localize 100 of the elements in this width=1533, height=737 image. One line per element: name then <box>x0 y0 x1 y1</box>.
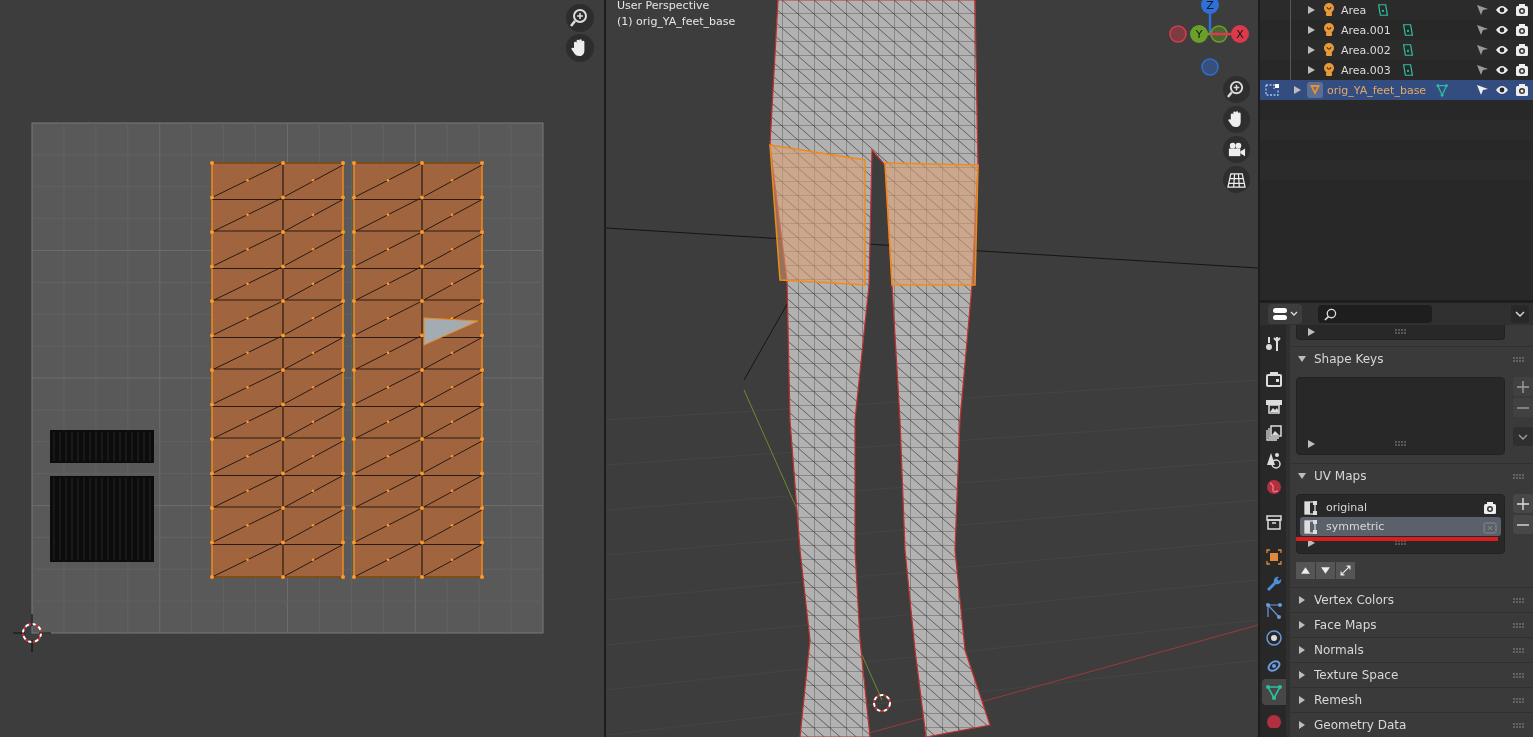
move-up-button[interactable] <box>1296 562 1315 579</box>
uv-map-item[interactable]: symmetric <box>1300 517 1501 536</box>
axis-gizmo-handle[interactable] <box>1210 25 1228 43</box>
specials-menu-button[interactable] <box>1513 427 1533 446</box>
expand-arrow-icon[interactable] <box>1308 46 1315 54</box>
triangle-mesh-icon <box>1307 82 1323 98</box>
expand-arrow-icon <box>1298 621 1306 629</box>
zoom-button[interactable] <box>566 4 594 32</box>
cursor-arrow-icon[interactable] <box>1475 83 1489 97</box>
triangle-down-icon <box>1320 565 1331 576</box>
search-field[interactable] <box>1318 305 1432 323</box>
parallelogram-icon[interactable] <box>1400 42 1415 58</box>
diagonal-arrows-icon <box>1340 565 1351 576</box>
drag-handle-icon[interactable] <box>1394 540 1407 546</box>
cursor-arrow-icon[interactable] <box>1475 3 1489 17</box>
parallelogram-icon[interactable] <box>1400 62 1415 78</box>
light-bulb-icon <box>1321 42 1337 58</box>
camera-icon[interactable] <box>1515 83 1529 97</box>
expand-arrow-icon <box>1298 596 1306 604</box>
panel-header[interactable]: UV Maps <box>1290 464 1533 488</box>
zoom-button[interactable] <box>1223 76 1250 103</box>
camera-button[interactable] <box>1223 136 1250 163</box>
axis-gizmo-handle[interactable]: Y <box>1190 25 1210 43</box>
drag-handle-icon[interactable] <box>1394 329 1407 335</box>
add-button[interactable] <box>1513 494 1533 513</box>
remove-button[interactable] <box>1513 515 1533 534</box>
expand-arrow-icon <box>1298 671 1306 679</box>
eye-icon[interactable] <box>1495 83 1509 97</box>
drag-handle-icon[interactable] <box>1513 598 1525 604</box>
expand-arrow-icon[interactable] <box>1308 66 1315 74</box>
axis-gizmo-handle[interactable]: X <box>1210 25 1249 43</box>
remove-button[interactable] <box>1513 398 1533 417</box>
drag-handle-icon[interactable] <box>1513 673 1525 679</box>
parallelogram-icon[interactable] <box>1400 22 1415 38</box>
plus-icon <box>1517 380 1529 393</box>
camera-icon[interactable] <box>1515 23 1529 37</box>
expand-arrow-icon <box>1298 696 1306 704</box>
pan-hand-button[interactable] <box>566 34 594 62</box>
object-name: Area.002 <box>1341 43 1391 57</box>
drag-handle-icon[interactable] <box>1513 698 1525 704</box>
camera-icon[interactable] <box>1515 3 1529 17</box>
plus-icon <box>1517 497 1529 510</box>
parallelogram-icon[interactable] <box>1376 2 1391 18</box>
drag-handle-icon[interactable] <box>1513 723 1525 729</box>
flip-button[interactable] <box>1336 562 1355 579</box>
cursor-arrow-icon[interactable] <box>1475 43 1489 57</box>
object-mode-icon <box>1264 83 1280 97</box>
expand-arrow-icon[interactable] <box>1308 6 1315 14</box>
panel-header[interactable]: Face Maps <box>1290 613 1533 637</box>
panel-header[interactable]: Geometry Data <box>1290 713 1533 737</box>
axis-gizmo-handle[interactable] <box>1169 25 1187 43</box>
expand-arrow-icon[interactable] <box>1308 440 1315 448</box>
view-name: User Perspective <box>617 0 711 14</box>
drag-handle-icon[interactable] <box>1513 474 1525 480</box>
uv-map-item[interactable]: original <box>1300 498 1501 517</box>
globe-icon <box>1265 478 1283 496</box>
drag-handle-icon[interactable] <box>1394 441 1407 447</box>
eye-icon[interactable] <box>1495 43 1509 57</box>
eye-icon[interactable] <box>1495 3 1509 17</box>
camera-icon[interactable] <box>1483 500 1497 515</box>
object-name: Area.003 <box>1341 63 1391 77</box>
panel-header[interactable]: Remesh <box>1290 688 1533 712</box>
image-stack-icon <box>1265 424 1283 442</box>
panel-header[interactable]: Vertex Colors <box>1290 588 1533 612</box>
axis-gizmo-handle[interactable] <box>1201 58 1219 76</box>
expand-arrow-icon[interactable] <box>1294 86 1301 94</box>
camera-icon[interactable] <box>1515 63 1529 77</box>
light-bulb-icon <box>1321 22 1337 38</box>
add-button[interactable] <box>1513 377 1533 396</box>
cursor-arrow-icon[interactable] <box>1475 63 1489 77</box>
expand-arrow-icon <box>1298 721 1306 729</box>
light-bulb-icon <box>1321 2 1337 18</box>
panel-header[interactable]: Normals <box>1290 638 1533 662</box>
outliner-row[interactable]: orig_YA_feet_base <box>1260 80 1533 100</box>
drag-handle-icon[interactable] <box>1513 623 1525 629</box>
options-dropdown[interactable] <box>1511 305 1529 323</box>
zoom-icon <box>570 8 590 28</box>
eye-icon[interactable] <box>1495 23 1509 37</box>
pan-hand-button[interactable] <box>1223 106 1250 133</box>
eye-icon[interactable] <box>1495 63 1509 77</box>
move-down-button[interactable] <box>1316 562 1335 579</box>
triangle-vertices-icon[interactable] <box>1436 82 1451 98</box>
panel-header[interactable]: Texture Space <box>1290 663 1533 687</box>
box-icon <box>1265 513 1283 531</box>
object-name: Area <box>1341 3 1367 17</box>
drag-handle-icon[interactable] <box>1513 357 1525 363</box>
cursor-arrow-icon[interactable] <box>1475 23 1489 37</box>
grid-button[interactable] <box>1223 166 1250 193</box>
drag-handle-icon[interactable] <box>1513 648 1525 654</box>
editor-type-button[interactable] <box>1268 304 1302 324</box>
expand-arrow-icon[interactable] <box>1308 328 1315 336</box>
square-icon <box>1265 548 1283 566</box>
object-name: orig_YA_feet_base <box>1327 83 1427 97</box>
panel-header[interactable]: Shape Keys <box>1290 347 1533 371</box>
axis-gizmo-handle[interactable]: Z <box>1201 0 1219 34</box>
triangle-vertices-icon <box>1265 683 1283 701</box>
camera-icon[interactable] <box>1515 43 1529 57</box>
expand-arrow-icon <box>1298 646 1306 654</box>
object-label: (1) orig_YA_feet_base <box>617 14 736 30</box>
expand-arrow-icon[interactable] <box>1308 26 1315 34</box>
